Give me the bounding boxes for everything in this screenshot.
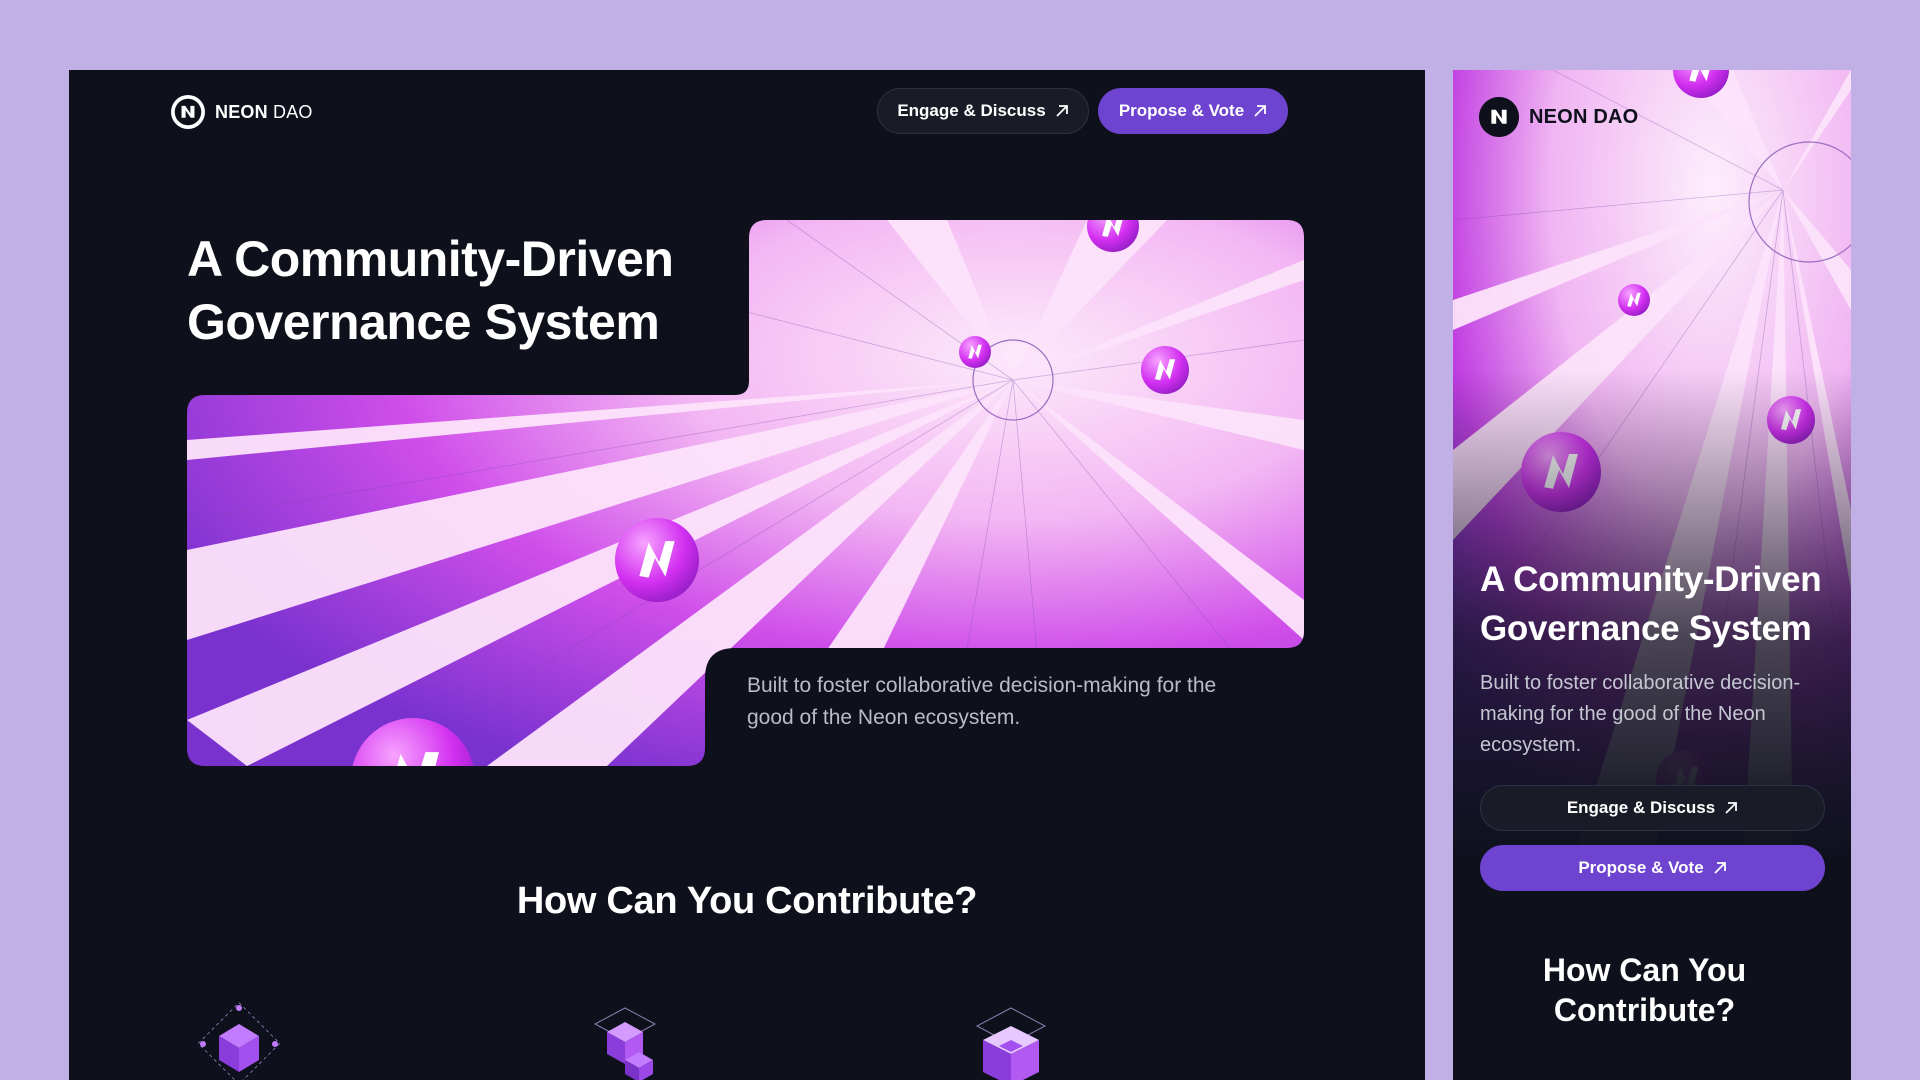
- mobile-propose-vote-button[interactable]: Propose & Vote: [1480, 845, 1825, 891]
- arrow-up-right-icon: [1714, 862, 1726, 874]
- cube-grid-icon: [975, 1007, 1047, 1080]
- mobile-contribute-section-title: How Can You Contribute?: [1542, 952, 1747, 1028]
- neon-logo-icon: [1479, 97, 1519, 137]
- contribute-section-title: How Can You Contribute?: [516, 880, 978, 922]
- propose-vote-button[interactable]: Propose & Vote: [1098, 88, 1288, 134]
- mobile-brand-logo[interactable]: NEON DAO: [1479, 97, 1638, 137]
- mobile-hero-title: A Community-Driven Governance System: [1480, 560, 1822, 648]
- desktop-preview: NEON DAO Engage & Discuss Propose & Vote: [69, 70, 1425, 1080]
- cube-network-icon: [197, 1002, 281, 1080]
- arrow-up-right-icon: [1725, 802, 1738, 814]
- engage-discuss-button[interactable]: Engage & Discuss: [877, 88, 1089, 134]
- hero-description: Built to foster collaborative decision-m…: [747, 674, 1217, 729]
- hero-title: A Community-Driven Governance System: [187, 231, 674, 350]
- mobile-hero-description: Built to foster collaborative decision-m…: [1480, 672, 1801, 756]
- brand-name: NEON DAO: [215, 101, 313, 122]
- mobile-engage-discuss-button[interactable]: Engage & Discuss: [1480, 785, 1825, 831]
- arrow-up-right-icon: [1056, 105, 1068, 117]
- neon-logo-icon: [171, 95, 205, 129]
- cube-stack-icon: [593, 1007, 657, 1080]
- brand-logo[interactable]: NEON DAO: [171, 95, 313, 129]
- mobile-preview: NEON DAO A Community-Driven Governance S…: [1453, 70, 1851, 1080]
- arrow-up-right-icon: [1254, 105, 1267, 117]
- mobile-brand-name: NEON DAO: [1529, 105, 1639, 128]
